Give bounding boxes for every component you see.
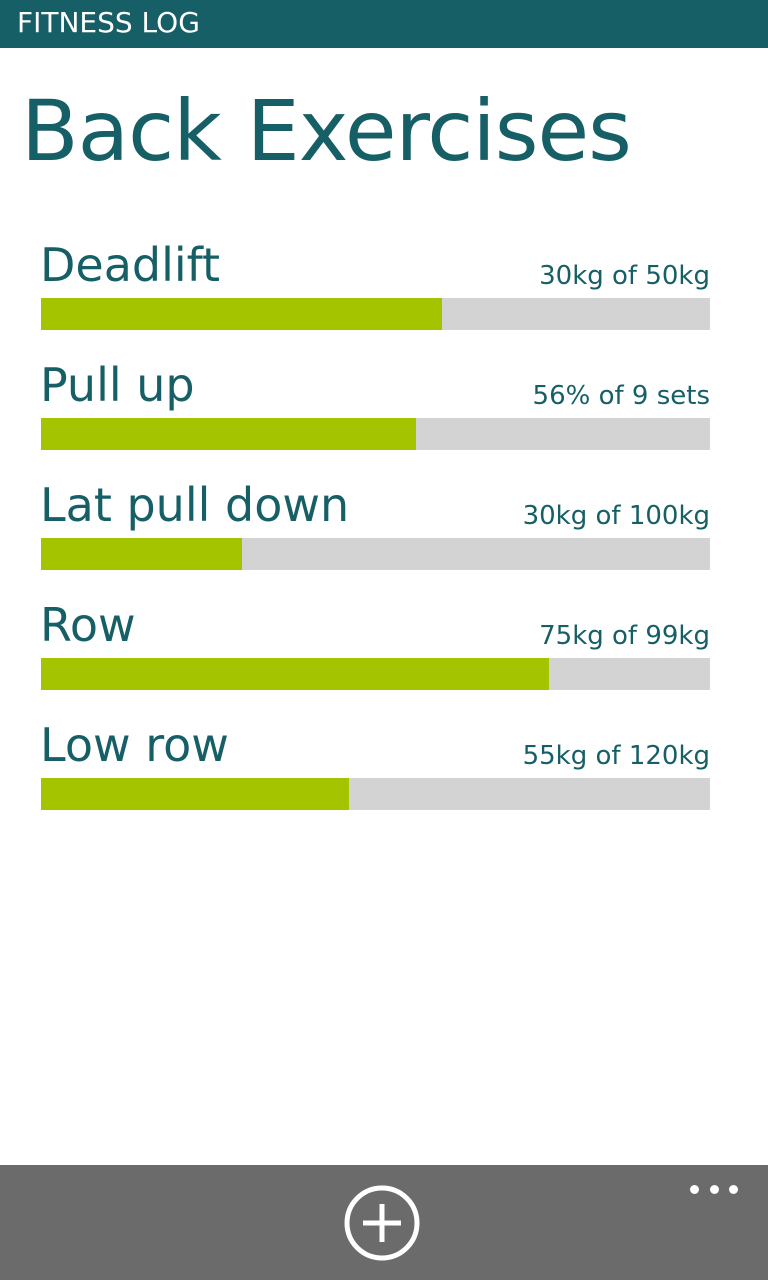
exercise-progress-text: 75kg of 99kg [539,621,710,651]
exercise-name: Low row [40,718,229,772]
exercise-name: Deadlift [40,238,221,292]
exercise-progress-text: 56% of 9 sets [532,381,710,411]
progress-bar [41,658,710,690]
progress-bar [41,778,710,810]
exercise-progress-text: 30kg of 100kg [522,501,710,531]
exercise-name: Lat pull down [40,478,350,532]
exercise-item[interactable]: Lat pull down 30kg of 100kg [0,475,768,585]
progress-bar [41,538,710,570]
more-options-button[interactable] [690,1179,738,1199]
progress-fill [41,298,443,330]
progress-fill [41,418,416,450]
exercise-name: Pull up [40,358,195,412]
page-title: Back Exercises [21,82,632,180]
progress-bar [41,418,710,450]
exercise-item[interactable]: Low row 55kg of 120kg [0,715,768,825]
more-dots-icon [729,1184,738,1194]
progress-bar [41,298,710,330]
exercise-progress-text: 55kg of 120kg [522,741,710,771]
exercise-item[interactable]: Pull up 56% of 9 sets [0,355,768,465]
more-dots-icon [690,1184,699,1194]
more-dots-icon [709,1184,719,1194]
app-bar [0,1165,768,1280]
exercise-name: Row [40,598,136,652]
progress-fill [41,658,550,690]
exercise-progress-text: 30kg of 50kg [539,261,710,291]
progress-fill [41,538,242,570]
title-bar: FITNESS LOG [0,0,768,48]
add-circle-icon [344,1185,420,1261]
exercise-item[interactable]: Row 75kg of 99kg [0,595,768,705]
app-name: FITNESS LOG [17,6,200,39]
add-button[interactable] [342,1183,422,1263]
exercise-item[interactable]: Deadlift 30kg of 50kg [0,235,768,345]
progress-fill [41,778,349,810]
